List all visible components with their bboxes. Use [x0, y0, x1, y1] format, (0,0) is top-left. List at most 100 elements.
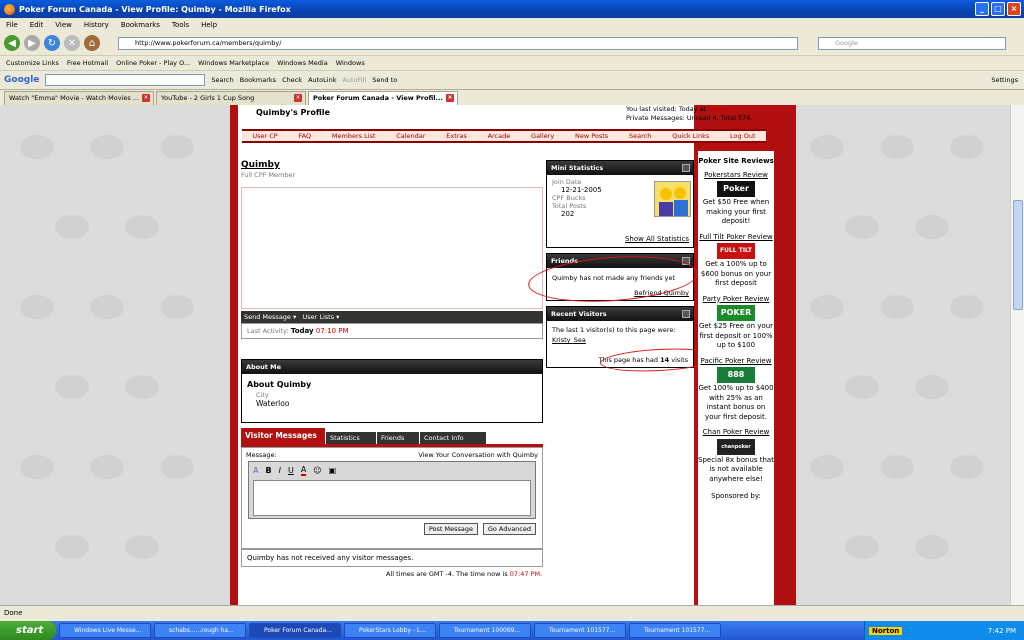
pacificpoker-review-link[interactable]: Pacific Poker Review — [698, 357, 774, 367]
tab-statistics[interactable]: Statistics — [326, 432, 376, 444]
nav-extras[interactable]: Extras — [446, 132, 467, 140]
font-color-icon[interactable]: A — [300, 465, 307, 476]
google-check-button[interactable]: Check — [282, 76, 302, 84]
start-button[interactable]: start — [0, 621, 56, 640]
bookmark-item[interactable]: Windows Media — [277, 59, 328, 67]
maple-leaf-icon — [20, 295, 54, 319]
url-bar[interactable]: http://www.pokerforum.ca/members/quimby/ — [118, 37, 798, 50]
google-search-button[interactable]: Search — [211, 76, 233, 84]
nav-quick-links[interactable]: Quick Links — [672, 132, 709, 140]
bookmark-item[interactable]: Windows — [336, 59, 365, 67]
search-input[interactable]: Google — [818, 37, 1006, 50]
partypoker-offer: Get $25 Free on your first deposit or 10… — [698, 322, 774, 349]
taskbar-item[interactable]: PokerStars Lobby - L... — [344, 623, 436, 638]
browser-tabs: Watch "Emma" Movie - Watch Movies ... × Y… — [0, 89, 1024, 105]
nav-search[interactable]: Search — [629, 132, 651, 140]
maximize-button[interactable]: □ — [991, 2, 1005, 16]
google-sendto-button[interactable]: Send to — [372, 76, 397, 84]
forward-icon[interactable]: ▶ — [24, 35, 40, 51]
underline-icon[interactable]: U — [288, 466, 294, 475]
pacificpoker-logo[interactable]: 888 — [717, 367, 755, 383]
taskbar-item[interactable]: Windows Live Messe... — [59, 623, 151, 638]
stop-icon[interactable]: ✕ — [64, 35, 80, 51]
go-advanced-button[interactable]: Go Advanced — [482, 523, 536, 535]
bookmark-item[interactable]: Free Hotmail — [67, 59, 108, 67]
menu-bookmarks[interactable]: Bookmarks — [121, 21, 160, 29]
collapse-icon[interactable] — [682, 164, 690, 172]
google-autofill-button[interactable]: AutoFill — [342, 76, 366, 84]
tab-visitor-messages[interactable]: Visitor Messages — [241, 428, 325, 444]
bold-icon[interactable]: B — [265, 466, 271, 475]
back-icon[interactable]: ◀ — [4, 35, 20, 51]
menu-history[interactable]: History — [84, 21, 109, 29]
post-message-button[interactable]: Post Message — [423, 523, 478, 535]
scrollbar-thumb[interactable] — [1013, 200, 1023, 310]
visitor-link[interactable]: Kristy_Sea — [547, 334, 693, 346]
page-scrollbar[interactable] — [1010, 105, 1024, 605]
message-textarea[interactable] — [253, 480, 531, 516]
system-tray: Norton 7:42 PM — [864, 621, 1024, 640]
nav-gallery[interactable]: Gallery — [531, 132, 554, 140]
google-settings-button[interactable]: Settings — [991, 76, 1018, 84]
collapse-icon[interactable] — [682, 310, 690, 318]
bookmark-item[interactable]: Windows Marketplace — [198, 59, 269, 67]
view-conversation-link[interactable]: View Your Conversation with Quimby — [418, 451, 538, 459]
chanpoker-logo[interactable]: chanpoker — [717, 438, 755, 455]
maple-leaf-icon — [90, 135, 124, 159]
send-message-dropdown[interactable]: Send Message — [244, 313, 291, 321]
nav-user-cp[interactable]: User CP — [252, 132, 277, 140]
menu-help[interactable]: Help — [201, 21, 217, 29]
fulltilt-review-link[interactable]: Full Tilt Poker Review — [698, 233, 774, 243]
nav-log-out[interactable]: Log Out — [730, 132, 755, 140]
nav-new-posts[interactable]: New Posts — [575, 132, 608, 140]
user-lists-dropdown[interactable]: User Lists — [302, 313, 334, 321]
private-messages-link[interactable]: Private Messages: Unread 4, Total 574. — [626, 114, 752, 123]
taskbar-item[interactable]: Tournament 101577... — [629, 623, 721, 638]
tab-poker-forum[interactable]: Poker Forum Canada - View Profil... × — [308, 91, 458, 105]
smilie-icon[interactable]: ☺ — [313, 466, 321, 475]
menu-file[interactable]: File — [6, 21, 18, 29]
close-button[interactable]: × — [1007, 2, 1021, 16]
tab-contact-info[interactable]: Contact Info — [420, 432, 486, 444]
nav-arcade[interactable]: Arcade — [488, 132, 511, 140]
close-tab-icon[interactable]: × — [294, 94, 302, 102]
close-tab-icon[interactable]: × — [446, 94, 454, 102]
chanpoker-review-link[interactable]: Chan Poker Review — [698, 428, 774, 438]
google-autolink-button[interactable]: AutoLink — [308, 76, 336, 84]
minimize-button[interactable]: _ — [975, 2, 989, 16]
nav-members-list[interactable]: Members List — [332, 132, 376, 140]
pokerstars-logo[interactable]: Poker — [717, 181, 755, 197]
menu-edit[interactable]: Edit — [30, 21, 44, 29]
maple-leaf-icon — [915, 375, 949, 399]
nav-faq[interactable]: FAQ — [299, 132, 312, 140]
close-tab-icon[interactable]: × — [142, 94, 150, 102]
google-bookmarks-button[interactable]: Bookmarks — [240, 76, 276, 84]
bookmark-item[interactable]: Online Poker - Play O... — [116, 59, 190, 67]
show-all-statistics-link[interactable]: Show All Statistics — [625, 235, 689, 243]
tab-emma[interactable]: Watch "Emma" Movie - Watch Movies ... × — [4, 91, 154, 105]
google-toolbar: Google Search Bookmarks Check AutoLink A… — [0, 70, 1024, 88]
partypoker-logo[interactable]: POKER — [717, 305, 755, 321]
home-icon[interactable]: ⌂ — [84, 35, 100, 51]
bookmark-item[interactable]: Customize Links — [6, 59, 59, 67]
fulltilt-logo[interactable]: FULL TILT — [717, 243, 755, 259]
insert-image-icon[interactable]: ▣ — [329, 466, 337, 475]
tab-youtube[interactable]: YouTube - 2 Girls 1 Cup Song × — [156, 91, 306, 105]
maple-leaf-icon — [810, 295, 844, 319]
norton-icon[interactable]: Norton — [869, 626, 903, 635]
remove-format-icon[interactable]: A — [253, 466, 258, 475]
tab-friends[interactable]: Friends — [377, 432, 419, 444]
nav-calendar[interactable]: Calendar — [396, 132, 425, 140]
menu-view[interactable]: View — [55, 21, 72, 29]
taskbar-item[interactable]: Tournament 101577... — [534, 623, 626, 638]
reload-icon[interactable]: ↻ — [44, 35, 60, 51]
partypoker-review-link[interactable]: Party Poker Review — [698, 295, 774, 305]
google-logo: Google — [4, 74, 40, 85]
taskbar-item[interactable]: Tournament 100069... — [439, 623, 531, 638]
taskbar-item-active[interactable]: Poker Forum Canada... — [249, 623, 341, 638]
taskbar-item[interactable]: schabs......rough ha... — [154, 623, 246, 638]
pokerstars-review-link[interactable]: Pokerstars Review — [698, 171, 774, 181]
google-search-input[interactable] — [45, 73, 206, 86]
menu-tools[interactable]: Tools — [172, 21, 189, 29]
italic-icon[interactable]: I — [279, 466, 281, 475]
